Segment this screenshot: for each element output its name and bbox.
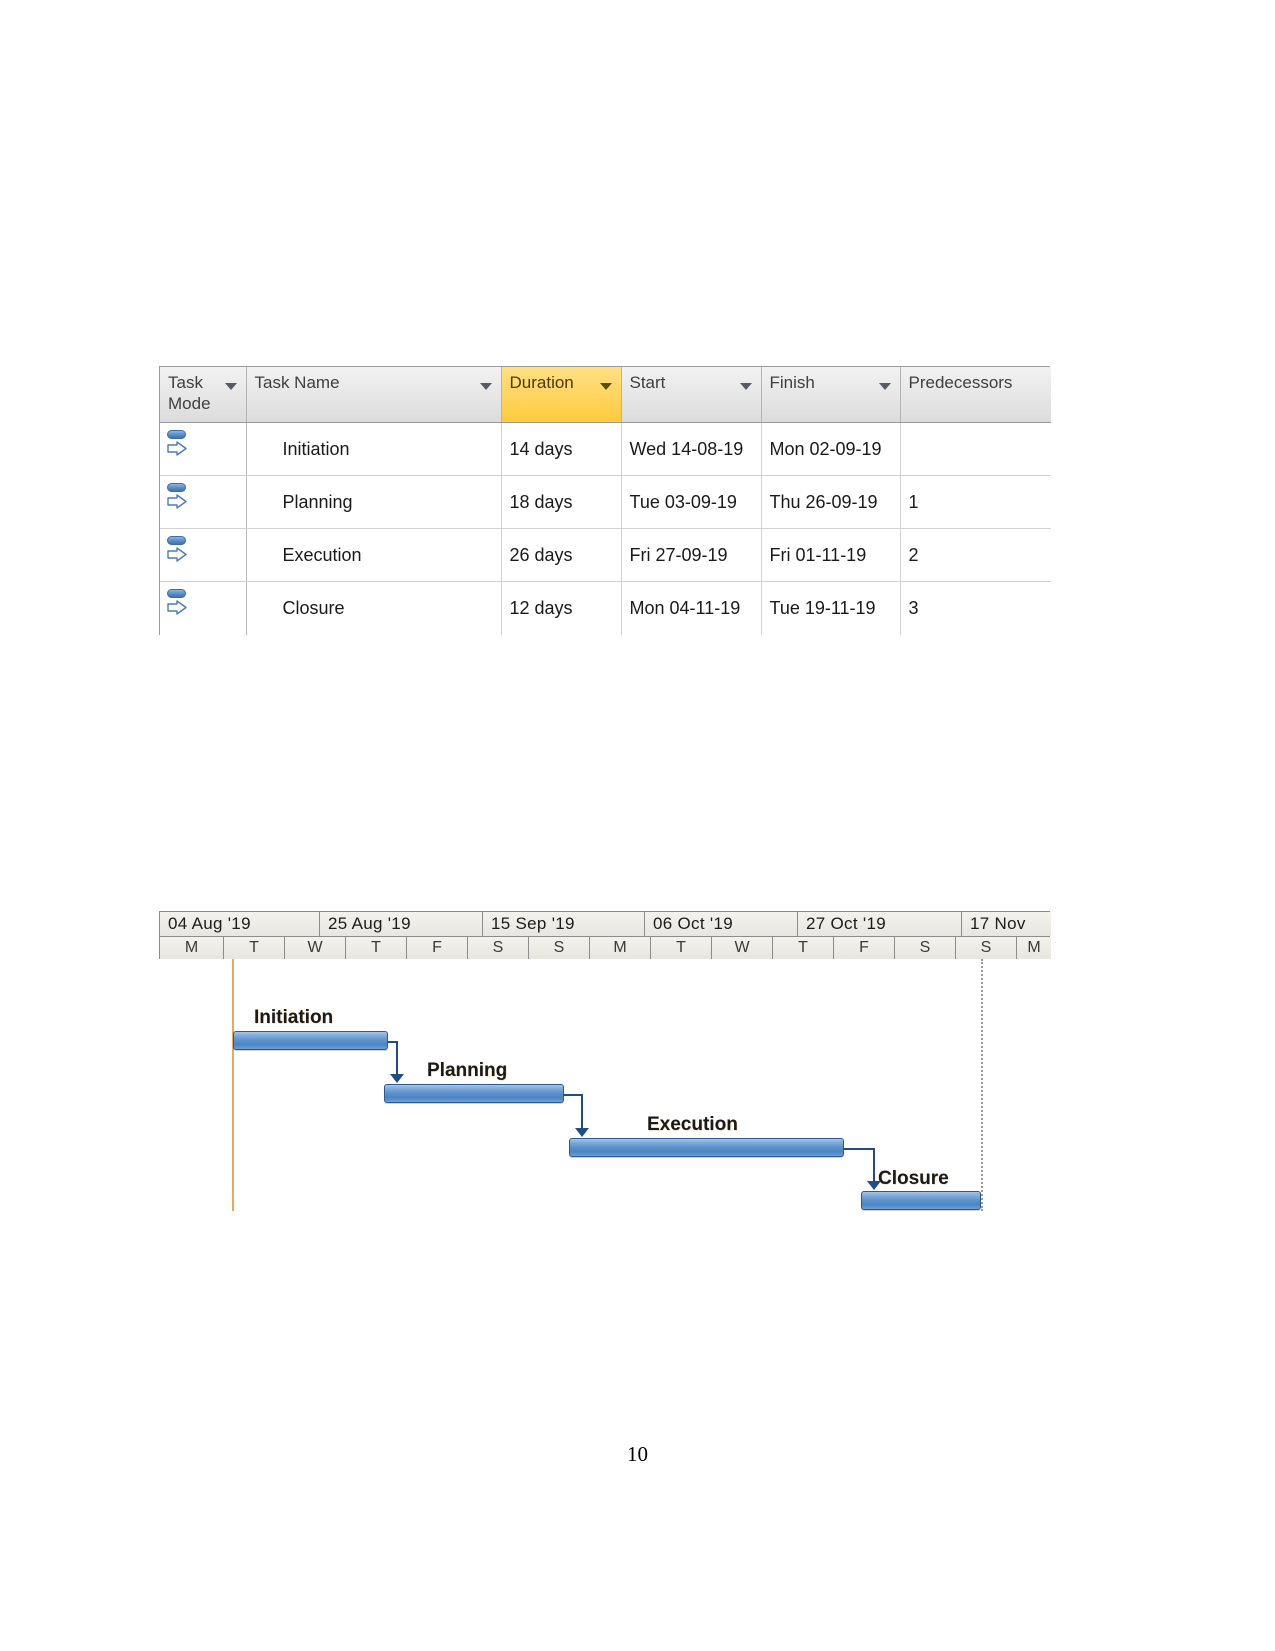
cell-task-mode[interactable] <box>160 581 247 635</box>
cell-finish[interactable]: Fri 01-11-19 <box>761 528 901 583</box>
timescale-day-12: S <box>895 937 956 959</box>
gantt-bar-initiation[interactable] <box>233 1031 388 1050</box>
gantt-chart-area[interactable]: Initiation Planning Execution Closure <box>159 959 1050 1211</box>
cell-predecessors[interactable]: 2 <box>900 528 1051 583</box>
cell-start[interactable]: Fri 27-09-19 <box>621 528 762 583</box>
timescale-period-3: 06 Oct '19 <box>645 912 798 936</box>
timescale-day-14: M <box>1017 937 1051 959</box>
cell-duration[interactable]: 12 days <box>501 581 622 635</box>
column-header-task-mode[interactable]: Task Mode <box>160 367 247 424</box>
cell-start[interactable]: Wed 14-08-19 <box>621 422 762 477</box>
cell-predecessors[interactable] <box>900 422 1051 477</box>
gantt-bar-execution[interactable] <box>569 1138 844 1157</box>
page-number: 10 <box>627 1442 648 1466</box>
gantt-bar-planning[interactable] <box>384 1084 564 1103</box>
timescale-period-1: 25 Aug '19 <box>320 912 483 936</box>
project-task-table: Task Mode Task Name Duration Start Finis… <box>159 366 1051 635</box>
cell-start[interactable]: Tue 03-09-19 <box>621 475 762 530</box>
timescale-period-4: 27 Oct '19 <box>798 912 962 936</box>
timescale-period-0: 04 Aug '19 <box>160 912 320 936</box>
gantt-bar-label-execution: Execution <box>647 1114 738 1135</box>
column-header-task-mode-label: Task Mode <box>168 373 211 413</box>
gantt-timescale: 04 Aug '19 25 Aug '19 15 Sep '19 06 Oct '19… <box>159 911 1051 960</box>
cell-start[interactable]: Mon 04-11-19 <box>621 581 762 635</box>
cell-task-mode[interactable] <box>160 475 247 530</box>
cell-task-mode[interactable] <box>160 528 247 583</box>
timescale-period-5: 17 Nov <box>962 912 1051 936</box>
manually-scheduled-icon <box>166 588 192 618</box>
cell-task-name[interactable]: Planning <box>246 475 502 530</box>
cell-finish[interactable]: Mon 02-09-19 <box>761 422 901 477</box>
status-date-line-marker <box>981 959 983 1211</box>
gantt-bar-label-planning: Planning <box>427 1060 508 1081</box>
column-header-duration-label: Duration <box>509 373 574 392</box>
timescale-day-6: S <box>529 937 590 959</box>
cell-task-name[interactable]: Execution <box>246 528 502 583</box>
filter-arrow-icon-task-mode[interactable] <box>224 383 237 390</box>
table-row[interactable]: Closure 12 days Mon 04-11-19 Tue 19-11-1… <box>160 581 1051 635</box>
timescale-day-0: M <box>160 937 224 959</box>
filter-arrow-icon-finish[interactable] <box>878 383 891 390</box>
timescale-day-2: W <box>285 937 346 959</box>
cell-finish[interactable]: Tue 19-11-19 <box>761 581 901 635</box>
gantt-chart: 04 Aug '19 25 Aug '19 15 Sep '19 06 Oct '19… <box>159 911 1051 1211</box>
timescale-day-5: S <box>468 937 529 959</box>
table-row[interactable]: Execution 26 days Fri 27-09-19 Fri 01-11… <box>160 528 1051 583</box>
gantt-timescale-bottom-tier: MTWTFSSMTWTFSSM <box>160 937 1051 959</box>
gantt-timescale-top-tier: 04 Aug '19 25 Aug '19 15 Sep '19 06 Oct '19… <box>160 912 1051 937</box>
column-header-task-name-label: Task Name <box>254 373 340 392</box>
timescale-day-4: F <box>407 937 468 959</box>
column-header-predecessors-label: Predecessors <box>908 373 1013 392</box>
cell-duration[interactable]: 26 days <box>501 528 622 583</box>
column-header-duration[interactable]: Duration <box>501 367 622 424</box>
filter-arrow-icon-start[interactable] <box>739 383 752 390</box>
gantt-bar-label-closure: Closure <box>878 1168 949 1189</box>
timescale-day-7: M <box>590 937 651 959</box>
manually-scheduled-icon <box>166 535 192 565</box>
timescale-period-2: 15 Sep '19 <box>483 912 645 936</box>
cell-duration[interactable]: 14 days <box>501 422 622 477</box>
manually-scheduled-icon <box>166 482 192 512</box>
cell-finish[interactable]: Thu 26-09-19 <box>761 475 901 530</box>
column-header-start-label: Start <box>629 373 666 392</box>
document-page: Task Mode Task Name Duration Start Finis… <box>0 0 1275 1651</box>
cell-duration[interactable]: 18 days <box>501 475 622 530</box>
filter-arrow-icon-task-name[interactable] <box>479 383 492 390</box>
timescale-day-10: T <box>773 937 834 959</box>
column-header-start[interactable]: Start <box>621 367 762 424</box>
cell-predecessors[interactable]: 1 <box>900 475 1051 530</box>
manually-scheduled-icon <box>166 429 192 459</box>
filter-arrow-icon-duration[interactable] <box>599 383 612 390</box>
timescale-day-11: F <box>834 937 895 959</box>
table-row[interactable]: Initiation 14 days Wed 14-08-19 Mon 02-0… <box>160 422 1051 477</box>
column-header-finish-label: Finish <box>769 373 815 392</box>
table-row[interactable]: Planning 18 days Tue 03-09-19 Thu 26-09-… <box>160 475 1051 530</box>
column-header-finish[interactable]: Finish <box>761 367 901 424</box>
timescale-day-3: T <box>346 937 407 959</box>
timescale-day-1: T <box>224 937 285 959</box>
gantt-bar-label-initiation: Initiation <box>254 1007 334 1028</box>
timescale-day-8: T <box>651 937 712 959</box>
cell-task-name[interactable]: Initiation <box>246 422 502 477</box>
column-header-predecessors[interactable]: Predecessors <box>900 367 1051 424</box>
timescale-day-9: W <box>712 937 773 959</box>
cell-task-mode[interactable] <box>160 422 247 477</box>
gantt-bar-closure[interactable] <box>861 1191 981 1210</box>
table-header-row: Task Mode Task Name Duration Start Finis… <box>160 367 1051 424</box>
today-line-marker <box>232 959 234 1211</box>
column-header-task-name[interactable]: Task Name <box>246 367 502 424</box>
cell-task-name[interactable]: Closure <box>246 581 502 635</box>
timescale-day-13: S <box>956 937 1017 959</box>
cell-predecessors[interactable]: 3 <box>900 581 1051 635</box>
